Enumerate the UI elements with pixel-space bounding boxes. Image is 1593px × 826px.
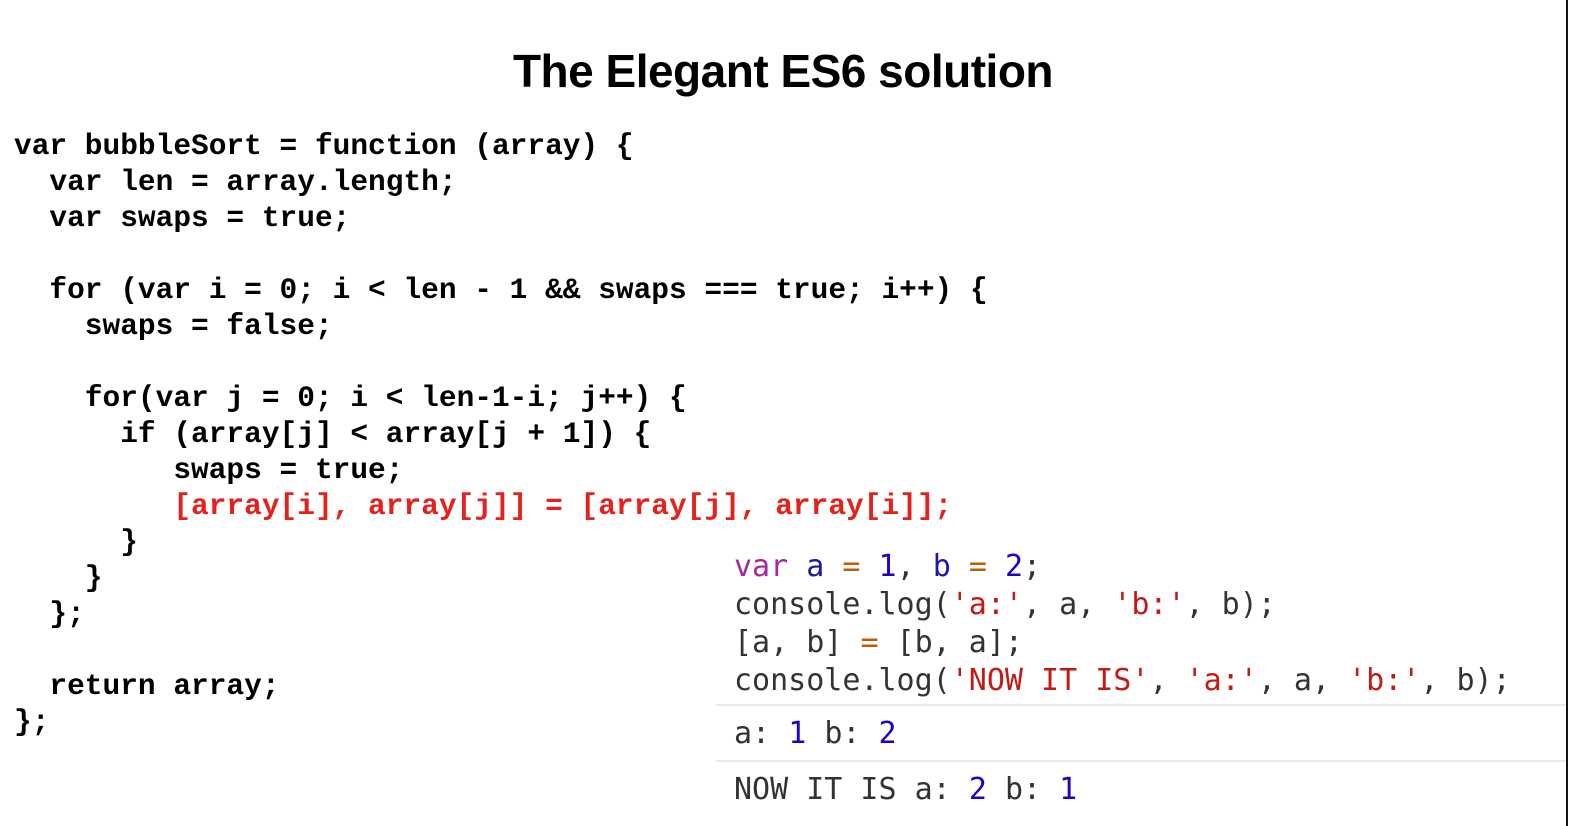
console-output-line: NOW IT IS a: 2 b: 1 <box>734 770 1077 810</box>
number: 2 <box>1004 549 1023 584</box>
right-edge-border <box>1566 0 1568 826</box>
console-output-line: a: 1 b: 2 <box>734 714 897 754</box>
code-line: var bubbleSort = function (array) { <box>14 129 634 163</box>
code-text: , b); <box>1420 663 1511 698</box>
operator: = <box>968 549 987 584</box>
punctuation: , <box>896 549 915 584</box>
string: 'a:' <box>1185 663 1258 698</box>
code-text: , a, <box>1257 663 1349 698</box>
devtools-console: var a = 1, b = 2; console.log('a:', a, '… <box>716 548 1568 826</box>
console-input-line: console.log('a:', a, 'b:', b); <box>734 586 1276 624</box>
output-label: b: <box>1004 772 1042 807</box>
console-input-line: console.log('NOW IT IS', 'a:', a, 'b:', … <box>734 662 1511 700</box>
code-line: swaps = false; <box>14 309 333 343</box>
code-text: console.log( <box>734 587 951 622</box>
output-label: a: <box>734 716 771 751</box>
code-line-highlighted: [array[i], array[j]] = [array[j], array[… <box>14 489 953 523</box>
operator: = <box>842 549 861 584</box>
code-text: , b); <box>1185 587 1276 622</box>
code-line: var len = array.length; <box>14 165 457 199</box>
variable: b <box>932 549 951 584</box>
string: 'b:' <box>1348 663 1421 698</box>
code-line: var swaps = true; <box>14 201 351 235</box>
console-input-line: var a = 1, b = 2; <box>734 548 1041 586</box>
slide-title: The Elegant ES6 solution <box>512 45 1054 97</box>
code-text: console.log( <box>734 663 951 698</box>
console-divider <box>716 704 1568 706</box>
output-label: b: <box>824 716 861 751</box>
string: 'a:' <box>950 587 1023 622</box>
operator: = <box>860 625 879 660</box>
code-text: , a, <box>1023 587 1114 622</box>
output-label: NOW IT IS a: <box>734 772 951 807</box>
output-number: 2 <box>968 772 987 807</box>
output-number: 1 <box>1059 772 1078 807</box>
string: 'NOW IT IS' <box>950 663 1150 698</box>
code-text: [b, a]; <box>878 625 1023 660</box>
code-text: [a, b] <box>734 625 861 660</box>
punctuation: ; <box>1023 549 1042 584</box>
number: 1 <box>878 549 897 584</box>
variable: a <box>806 549 825 584</box>
code-line: if (array[j] < array[j + 1]) { <box>14 417 652 451</box>
code-line: for (var i = 0; i < len - 1 && swaps ===… <box>14 273 988 307</box>
code-text: , <box>1149 663 1186 698</box>
string: 'b:' <box>1113 587 1186 622</box>
output-number: 1 <box>788 716 807 751</box>
output-number: 2 <box>878 716 897 751</box>
code-line: for(var j = 0; i < len-1-i; j++) { <box>14 381 687 415</box>
code-line: swaps = true; <box>14 453 404 487</box>
console-divider <box>716 760 1568 762</box>
console-input-line: [a, b] = [b, a]; <box>734 624 1023 662</box>
keyword: var <box>734 549 789 584</box>
